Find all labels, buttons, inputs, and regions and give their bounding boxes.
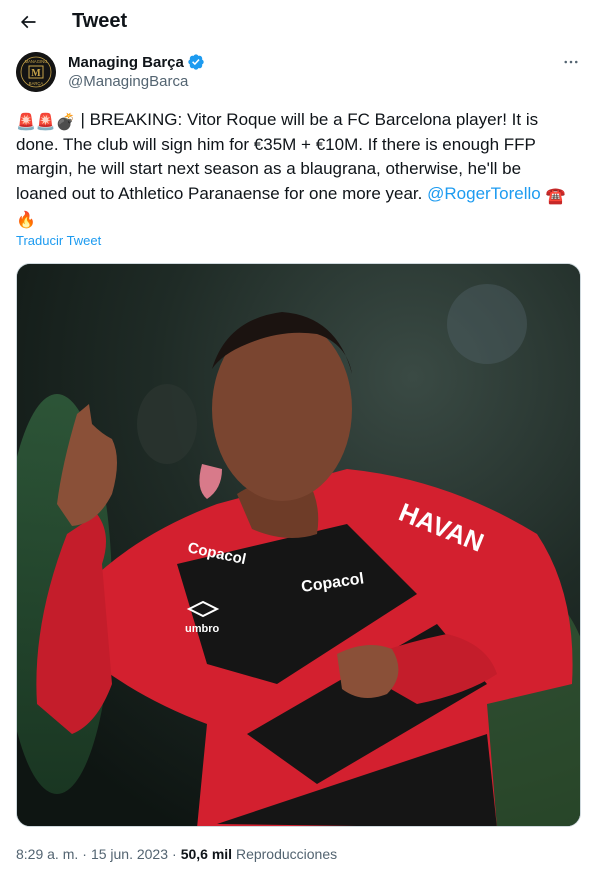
meta-separator: · [172, 846, 177, 862]
translate-tweet-link[interactable]: Traducir Tweet [16, 233, 101, 248]
mention-link[interactable]: @RogerTorello [427, 184, 541, 203]
tweet-time[interactable]: 8:29 a. m. [16, 846, 78, 862]
views-count: 50,6 mil [180, 846, 233, 862]
jersey-brand-umbro: umbro [185, 623, 220, 635]
verified-badge-icon [188, 54, 204, 70]
meta-separator: · [82, 846, 87, 862]
tweet-author: MANAGING M BARÇA Managing Barça @Managin… [16, 52, 583, 100]
more-dots-icon [564, 60, 578, 64]
telephone-emoji: ☎️ [545, 187, 566, 205]
siren-bomb-emoji: 🚨🚨💣 [16, 114, 76, 131]
page-title: Tweet [72, 10, 128, 32]
player-photo: HAVAN Copacol Copacol umbro [17, 264, 580, 826]
tweet-meta: 8:29 a. m. · 15 jun. 2023 · 50,6 mil Reprodu… [16, 846, 337, 862]
tweet-photo[interactable]: HAVAN Copacol Copacol umbro [16, 263, 581, 827]
tweet-text: 🚨🚨💣 | BREAKING: Vitor Roque will be a FC… [16, 108, 576, 231]
author-display-name[interactable]: Managing Barça [68, 54, 184, 71]
back-button[interactable] [12, 6, 44, 38]
tweet-date[interactable]: 15 jun. 2023 [91, 846, 168, 862]
more-options-button[interactable] [559, 52, 583, 72]
author-handle[interactable]: @ManagingBarca [68, 73, 188, 90]
avatar-line-bottom: BARÇA [29, 81, 44, 86]
arrow-left-icon [20, 15, 36, 29]
managing-barca-logo: MANAGING M BARÇA [16, 52, 56, 92]
fire-emoji: 🔥 [16, 212, 36, 229]
avatar-initial: M [31, 68, 41, 79]
avatar[interactable]: MANAGING M BARÇA [16, 52, 56, 92]
avatar-line-top: MANAGING [25, 59, 48, 64]
top-bar: Tweet [0, 0, 599, 44]
views-label: Reproducciones [235, 846, 338, 862]
